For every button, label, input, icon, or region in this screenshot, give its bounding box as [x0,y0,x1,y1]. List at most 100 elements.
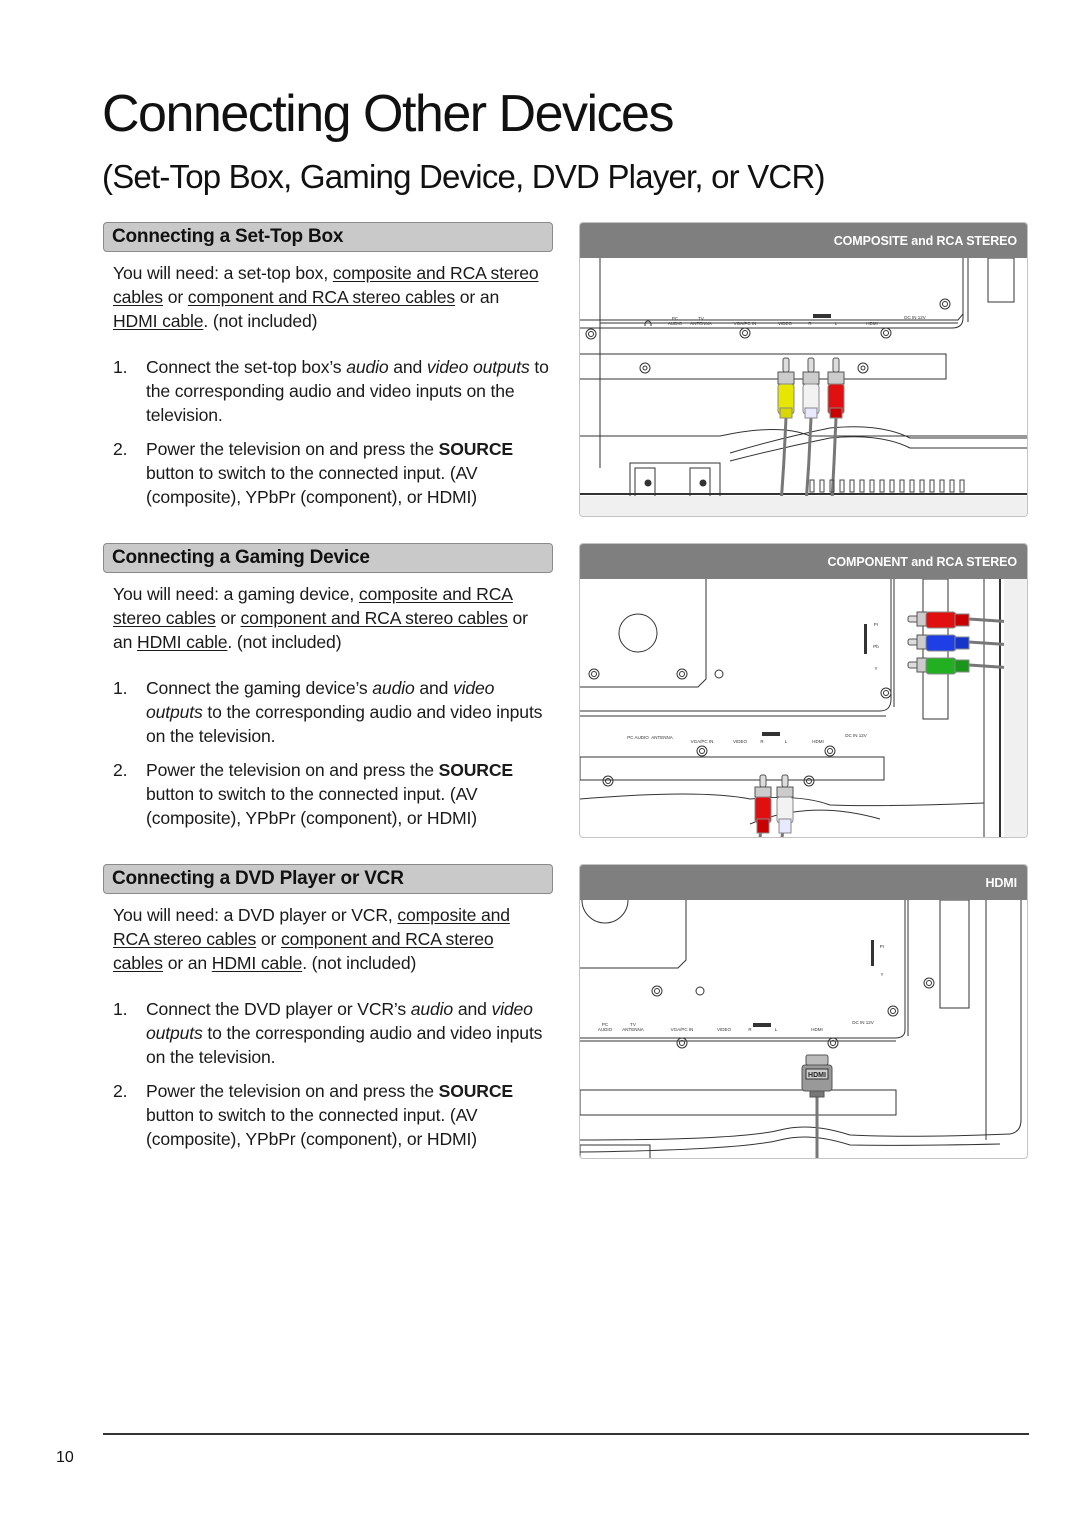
dc-in-port-label: DC IN 12V [904,315,926,320]
step-number: 1. [113,999,128,1019]
step-emphasis: audio [410,999,454,1019]
footer-divider [103,1433,1029,1435]
section-heading: Connecting a DVD Player or VCR [103,864,553,894]
component-pb-label: Pb [873,644,879,649]
diagram-label: COMPOSITE and RCA STEREO [580,223,1027,258]
requirements-prefix: You will need: a gaming device, [113,584,359,604]
tv-rear-panel-illustration: PC AUDIO TV ANTENNA VGA/PC IN VIDEO R L … [580,900,1022,1158]
step-text: Power the television on and press the [146,439,439,459]
tv-antenna-port-label: ANTENNA [690,321,712,326]
step-text: to the corresponding audio and video inp… [146,702,543,746]
requirements-suffix: . (not included) [302,953,417,973]
requirements-or-an: or an [162,953,212,973]
page-subtitle: (Set-Top Box, Gaming Device, DVD Player,… [102,158,825,195]
step-item: 1. Connect the set-top box’s audio and vi… [103,355,553,427]
steps-list: 1. Connect the DVD player or VCR’s audio … [103,997,553,1151]
audio-l-port-label: L [775,1027,778,1032]
audio-l-port-label: L [785,739,788,744]
diagram-label: HDMI [580,865,1027,900]
steps-list: 1. Connect the gaming device’s audio and … [103,676,553,830]
requirements-text: You will need: a set-top box, composite … [113,261,543,333]
step-emphasis: video outputs [426,357,530,377]
diagram-label: COMPONENT and RCA STEREO [580,544,1027,579]
step-text: and [453,999,492,1019]
vga-port-label: VGA/PC IN [691,739,714,744]
step-text: Connect the set-top box’s [146,357,347,377]
step-text: button to switch to the connected input.… [146,463,478,507]
rca-plug-red [754,774,772,837]
requirements-or: or [162,287,188,307]
requirements-suffix: . (not included) [227,632,342,652]
diagram-hdmi: HDMI PC AUDIO TV ANTENNA VGA/PC IN VIDEO… [579,864,1028,1159]
requirements-text: You will need: a gaming device, composit… [113,582,543,654]
step-text: to the corresponding audio and video inp… [146,1023,543,1067]
requirements-suffix: . (not included) [203,311,318,331]
component-y-label: Y [880,972,883,977]
tv-antenna-port-label: ANTENNA [651,735,673,740]
hdmi-cable-link[interactable]: HDMI cable [212,953,303,973]
tv-rear-panel-illustration: PC AUDIO ANTENNA VGA/PC IN VIDEO R L HDM… [580,579,1027,837]
page-title: Connecting Other Devices [102,85,674,143]
component-in-badge [871,940,874,966]
audio-in-badge [753,1023,771,1027]
step-text: button to switch to the connected input.… [146,784,478,828]
section-set-top-box: Connecting a Set-Top Box You will need: … [103,222,553,519]
component-cables-link[interactable]: component and RCA stereo cables [241,608,508,628]
step-number: 2. [113,760,128,780]
diagram-composite: COMPOSITE and RCA STEREO PC AUDIO TV ANT… [579,222,1028,517]
step-emphasis: audio [346,357,389,377]
pc-audio-port-label: AUDIO [598,1027,613,1032]
step-number: 1. [113,678,128,698]
tv-antenna-port-label: ANTENNA [622,1027,644,1032]
requirements-prefix: You will need: a set-top box, [113,263,333,283]
component-in-badge [864,624,867,654]
rca-plug-white [776,774,794,837]
requirements-text: You will need: a DVD player or VCR, comp… [113,903,538,975]
requirements-or: or [215,608,241,628]
audio-r-port-label: R [760,739,764,744]
audio-in-badge [762,732,780,736]
component-y-label: Y [874,666,877,671]
hdmi-port-label: HDMI [866,321,878,326]
hdmi-cable-link[interactable]: HDMI cable [137,632,228,652]
vga-port-label: VGA/PC IN [671,1027,694,1032]
step-emphasis: audio [372,678,415,698]
pc-audio-port-label: AUDIO [668,321,683,326]
step-text: and [388,357,427,377]
step-text: Power the television on and press the [146,760,439,780]
section-gaming-device: Connecting a Gaming Device You will need… [103,543,553,840]
source-button-name: SOURCE [438,1081,514,1101]
audio-in-badge [813,314,831,318]
audio-r-port-label: R [748,1027,752,1032]
step-text: button to switch to the connected input.… [146,1105,478,1149]
section-heading: Connecting a Gaming Device [103,543,553,573]
video-port-label: VIDEO [733,739,748,744]
vga-port-label: VGA/PC IN [734,321,757,326]
video-port-label: VIDEO [717,1027,732,1032]
step-item: 1. Connect the DVD player or VCR’s audio … [103,997,553,1069]
step-item: 2. Power the television on and press the … [103,437,553,509]
step-item: 2. Power the television on and press the … [103,1079,553,1151]
section-heading: Connecting a Set-Top Box [103,222,553,252]
step-number: 2. [113,439,128,459]
steps-list: 1. Connect the set-top box’s audio and vi… [103,355,553,509]
step-number: 1. [113,357,128,377]
source-button-name: SOURCE [438,439,514,459]
tv-rear-panel-illustration: PC AUDIO TV ANTENNA VGA/PC IN VIDEO R L … [580,258,1027,516]
section-dvd-vcr: Connecting a DVD Player or VCR You will … [103,864,553,1161]
requirements-or: or [256,929,281,949]
requirements-prefix: You will need: a DVD player or VCR, [113,905,398,925]
hdmi-port-label: HDMI [811,1027,823,1032]
hdmi-cable-link[interactable]: HDMI cable [113,311,204,331]
component-pr-label: Pr [874,622,879,627]
source-button-name: SOURCE [438,760,514,780]
hdmi-plug-label: HDMI [808,1072,826,1079]
component-pr-label: Pr [880,944,885,949]
component-cables-link[interactable]: component and RCA stereo cables [188,287,455,307]
hdmi-port-label: HDMI [812,739,824,744]
diagram-component: COMPONENT and RCA STEREO PC AUDIO ANTENN… [579,543,1028,838]
page-number: 10 [56,1449,74,1466]
step-text: and [414,678,453,698]
dc-in-port-label: DC IN 12V [845,733,867,738]
step-number: 2. [113,1081,128,1101]
